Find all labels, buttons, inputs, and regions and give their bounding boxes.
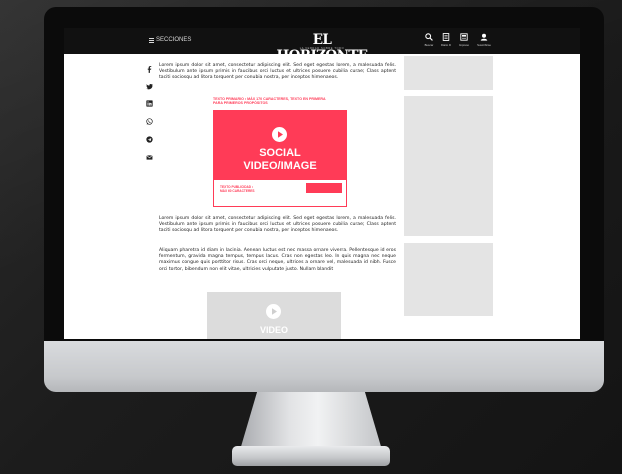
twitter-icon[interactable] [146,83,153,90]
sidebar-ad-2 [404,96,493,236]
monitor-foot [232,446,390,466]
monitor-chin [44,341,604,392]
telegram-icon[interactable] [146,136,153,143]
nav-impreso[interactable]: Impreso [454,33,474,47]
monitor-screen: SECCIONES EL HORIZONTE LA VERDAD SOBRE T… [64,28,580,339]
secciones-menu[interactable]: SECCIONES [156,37,191,43]
ad-footer-text: TEXTO PUBLICIDAD • MÁX 60 CARACTERES [220,185,255,193]
logo-tagline: LA VERDAD SOBRE TODO [299,47,345,50]
site-header: SECCIONES EL HORIZONTE LA VERDAD SOBRE T… [64,28,580,64]
menu-icon[interactable] [149,38,154,43]
ad-title: SOCIAL VIDEO/IMAGE [213,147,347,173]
article-paragraph-2: Lorem ipsum dolor sit amet, consectetur … [159,216,396,234]
subscribe-icon [480,33,488,41]
ad-cta-button[interactable] [306,183,342,193]
ad-headline: TEXTO PRIMARIO • MÁX 170 CARACTERES, TEX… [213,97,326,106]
video-player[interactable]: VIDEO [207,292,341,339]
nav-suscribirse[interactable]: Suscribirse [474,33,494,47]
sidebar-ad-3 [404,243,493,316]
article-paragraph-3: Aliquam pharetra id diam in lacinia. Aen… [159,248,396,272]
ad-creative[interactable]: SOCIAL VIDEO/IMAGE TEXTO PUBLICIDAD • MÁ… [213,110,347,207]
play-icon[interactable] [266,304,281,319]
linkedin-icon[interactable] [146,100,153,107]
article-paragraph-1: Lorem ipsum dolor sit amet, consectetur … [159,63,396,81]
nav-diario-label: Diario D [440,43,452,47]
nav-diario[interactable]: Diario D [436,33,456,47]
print-icon [460,33,468,41]
search-icon [425,33,433,41]
nav-suscribirse-label: Suscribirse [477,43,491,47]
newspaper-icon [442,33,450,41]
ad-footer: TEXTO PUBLICIDAD • MÁX 60 CARACTERES [214,180,346,206]
nav-impreso-label: Impreso [458,43,470,47]
email-icon[interactable] [146,154,153,161]
social-ad[interactable]: TEXTO PRIMARIO • MÁX 170 CARACTERES, TEX… [213,97,347,207]
play-icon[interactable] [272,127,287,142]
video-label: VIDEO [259,325,288,335]
monitor-stand [240,392,382,450]
sidebar-ad-1 [404,56,493,90]
ad-title-line-2: VIDEO/IMAGE [243,160,317,172]
whatsapp-icon[interactable] [146,118,153,125]
facebook-icon[interactable] [146,66,153,73]
ad-title-line-1: SOCIAL [259,147,301,159]
